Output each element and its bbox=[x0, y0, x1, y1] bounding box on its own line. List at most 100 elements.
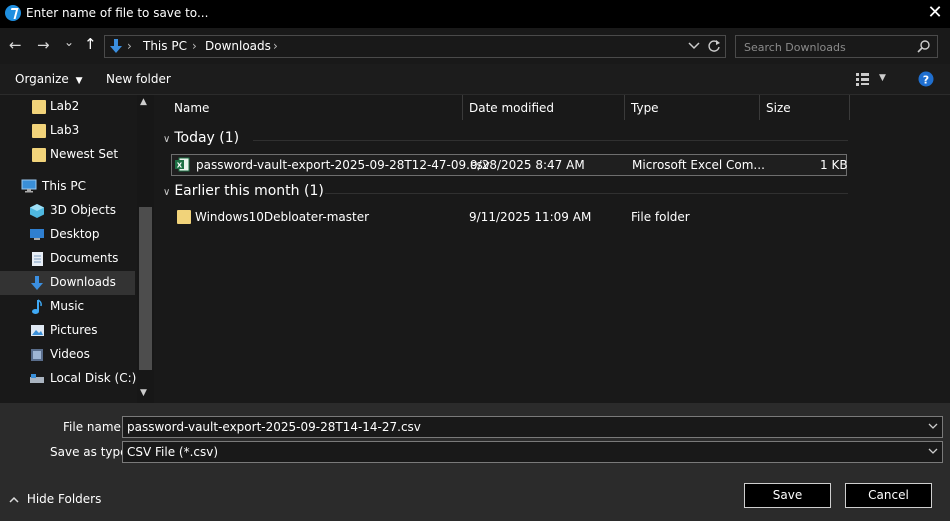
column-header-size[interactable]: Size bbox=[766, 101, 791, 115]
group-header-today[interactable]: ∨ Today (1) bbox=[163, 130, 239, 146]
group-header-earlier-this-month[interactable]: ∨ Earlier this month (1) bbox=[163, 183, 324, 199]
scroll-down-icon[interactable]: ▼ bbox=[140, 388, 147, 398]
breadcrumb-downloads[interactable]: Downloads bbox=[205, 39, 271, 53]
new-folder-button[interactable]: New folder bbox=[106, 72, 171, 86]
search-box[interactable] bbox=[735, 35, 938, 58]
collapse-group-icon[interactable]: ∨ bbox=[163, 187, 170, 198]
up-button[interactable]: ↑ bbox=[84, 35, 97, 53]
save-as-type-select[interactable]: CSV File (*.csv) bbox=[122, 441, 943, 463]
save-options-panel: File name: password-vault-export-2025-09… bbox=[0, 403, 950, 521]
group-label: Earlier this month (1) bbox=[174, 183, 324, 199]
app-icon bbox=[5, 5, 21, 21]
sidebar-item-documents[interactable]: Documents bbox=[0, 247, 135, 271]
svg-text:?: ? bbox=[923, 74, 929, 87]
close-button[interactable]: ✕ bbox=[920, 0, 950, 28]
sidebar-scrollbar[interactable]: ▲ ▼ bbox=[137, 95, 154, 403]
desktop-icon bbox=[30, 229, 44, 240]
column-header-type[interactable]: Type bbox=[631, 101, 659, 115]
column-divider[interactable] bbox=[849, 95, 850, 120]
view-options-icon[interactable] bbox=[855, 72, 871, 86]
sidebar-item-label: 3D Objects bbox=[50, 203, 117, 217]
view-dropdown-icon[interactable]: ▼ bbox=[879, 73, 886, 83]
column-divider[interactable] bbox=[462, 95, 463, 120]
group-divider bbox=[325, 193, 848, 194]
breadcrumb-separator: › bbox=[192, 39, 197, 53]
save-as-type-dropdown-icon[interactable] bbox=[928, 448, 938, 455]
music-icon bbox=[32, 299, 42, 314]
back-button[interactable]: ← bbox=[9, 36, 22, 54]
excel-file-icon: X bbox=[175, 157, 190, 172]
group-divider bbox=[253, 140, 848, 141]
sidebar-item-label: Lab3 bbox=[50, 123, 80, 137]
organize-button[interactable]: Organize ▼ bbox=[15, 72, 83, 86]
sidebar-item-label: Pictures bbox=[50, 323, 98, 337]
save-as-type-label: Save as type: bbox=[50, 445, 132, 459]
sidebar-item-label: Lab2 bbox=[50, 99, 80, 113]
refresh-icon[interactable] bbox=[707, 39, 721, 53]
breadcrumb-separator: › bbox=[273, 39, 278, 53]
sidebar-item-3d-objects[interactable]: 3D Objects bbox=[0, 199, 135, 223]
help-icon[interactable]: ? bbox=[918, 71, 934, 87]
file-name-label: File name: bbox=[63, 420, 125, 434]
recent-locations-button[interactable]: ⌄ bbox=[64, 35, 74, 49]
navigation-pane: Lab2 Lab3 Newest Set This PC 3D Objects … bbox=[0, 95, 154, 403]
hide-folders-button[interactable]: Hide Folders bbox=[9, 492, 101, 506]
address-dropdown-icon[interactable] bbox=[688, 41, 700, 51]
search-icon[interactable] bbox=[917, 39, 931, 53]
file-type: Microsoft Excel Com... bbox=[632, 158, 765, 172]
folder-icon bbox=[32, 100, 46, 114]
downloads-icon bbox=[31, 276, 43, 290]
address-bar[interactable]: › This PC › Downloads › bbox=[104, 35, 726, 58]
file-name-dropdown-icon[interactable] bbox=[928, 423, 938, 430]
collapse-group-icon[interactable]: ∨ bbox=[163, 134, 170, 145]
folder-icon bbox=[32, 148, 46, 162]
group-label: Today (1) bbox=[174, 130, 240, 146]
organize-label: Organize bbox=[15, 72, 69, 86]
window-title: Enter name of file to save to... bbox=[26, 6, 209, 20]
sidebar-item-pictures[interactable]: Pictures bbox=[0, 319, 135, 343]
scroll-up-icon[interactable]: ▲ bbox=[140, 97, 147, 107]
cancel-button[interactable]: Cancel bbox=[845, 483, 932, 508]
sidebar-item-this-pc[interactable]: This PC bbox=[0, 175, 135, 199]
column-divider[interactable] bbox=[759, 95, 760, 120]
search-input[interactable] bbox=[742, 38, 916, 56]
documents-icon bbox=[32, 252, 43, 266]
videos-icon bbox=[31, 349, 43, 361]
file-row[interactable]: Windows10Debloater-master 9/11/2025 11:0… bbox=[171, 207, 845, 227]
file-name-value: password-vault-export-2025-09-28T14-14-2… bbox=[127, 420, 421, 434]
breadcrumb-this-pc[interactable]: This PC bbox=[143, 39, 187, 53]
organize-dropdown-icon: ▼ bbox=[75, 76, 83, 86]
scrollbar-thumb[interactable] bbox=[139, 207, 152, 370]
save-button[interactable]: Save bbox=[744, 483, 831, 508]
folder-icon bbox=[32, 124, 46, 138]
forward-button[interactable]: → bbox=[37, 36, 50, 54]
file-name: password-vault-export-2025-09-28T12-47-0… bbox=[196, 158, 490, 172]
sidebar-item-downloads[interactable]: Downloads bbox=[0, 271, 135, 295]
file-name-input[interactable]: password-vault-export-2025-09-28T14-14-2… bbox=[122, 416, 943, 438]
downloads-location-icon bbox=[110, 39, 122, 53]
sidebar-item-label: Music bbox=[50, 299, 85, 313]
sidebar-item-lab2[interactable]: Lab2 bbox=[0, 95, 135, 119]
command-toolbar: Organize ▼ New folder ▼ ? bbox=[0, 64, 950, 95]
sidebar-item-label: This PC bbox=[42, 179, 86, 193]
sidebar-item-label: Newest Set bbox=[50, 147, 119, 161]
sidebar-item-label: Desktop bbox=[50, 227, 100, 241]
this-pc-icon bbox=[21, 179, 37, 193]
sidebar-item-videos[interactable]: Videos bbox=[0, 343, 135, 367]
hide-folders-label: Hide Folders bbox=[26, 492, 102, 506]
column-header-name[interactable]: Name bbox=[174, 101, 209, 115]
folder-icon bbox=[177, 210, 191, 224]
file-type: File folder bbox=[631, 210, 690, 224]
3d-objects-icon bbox=[30, 204, 44, 218]
sidebar-item-newest-set[interactable]: Newest Set bbox=[0, 143, 135, 167]
sidebar-item-local-disk[interactable]: Local Disk (C:) bbox=[0, 367, 136, 391]
file-name: Windows10Debloater-master bbox=[195, 210, 370, 224]
sidebar-item-lab3[interactable]: Lab3 bbox=[0, 119, 135, 143]
sidebar-item-label: Videos bbox=[50, 347, 90, 361]
sidebar-item-desktop[interactable]: Desktop bbox=[0, 223, 135, 247]
sidebar-item-label: Documents bbox=[50, 251, 119, 265]
column-divider[interactable] bbox=[624, 95, 625, 120]
sidebar-item-music[interactable]: Music bbox=[0, 295, 135, 319]
file-row[interactable]: X password-vault-export-2025-09-28T12-47… bbox=[171, 154, 848, 176]
column-header-date-modified[interactable]: Date modified bbox=[469, 101, 554, 115]
